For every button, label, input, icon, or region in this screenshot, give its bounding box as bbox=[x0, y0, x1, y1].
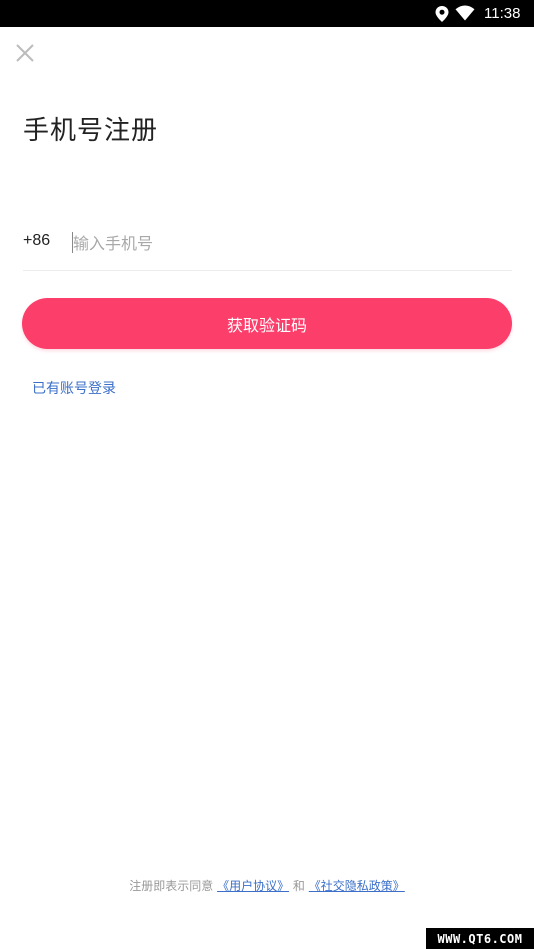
get-verification-code-label: 获取验证码 bbox=[226, 315, 307, 335]
page-title: 手机号注册 bbox=[23, 116, 159, 146]
phone-input[interactable] bbox=[73, 228, 493, 258]
agreement-prefix: 注册即表示同意 bbox=[129, 879, 214, 893]
status-time: 11:38 bbox=[484, 5, 521, 22]
country-code[interactable]: +86 bbox=[23, 232, 50, 250]
get-verification-code-button[interactable]: 获取验证码 bbox=[22, 298, 512, 349]
wifi-icon bbox=[455, 5, 475, 21]
user-agreement-link[interactable]: 《用户协议》 bbox=[217, 879, 289, 893]
existing-account-login-link[interactable]: 已有账号登录 bbox=[32, 378, 116, 398]
phone-input-row: +86 bbox=[23, 222, 512, 271]
location-icon bbox=[435, 6, 449, 22]
watermark: WWW.QT6.COM bbox=[426, 928, 534, 949]
privacy-policy-link[interactable]: 《社交隐私政策》 bbox=[309, 879, 405, 893]
agreement-footer: 注册即表示同意 《用户协议》 和 《社交隐私政策》 bbox=[0, 877, 534, 894]
agreement-conjunction: 和 bbox=[292, 879, 305, 893]
status-bar: 11:38 bbox=[0, 0, 534, 27]
close-icon[interactable] bbox=[14, 42, 36, 64]
